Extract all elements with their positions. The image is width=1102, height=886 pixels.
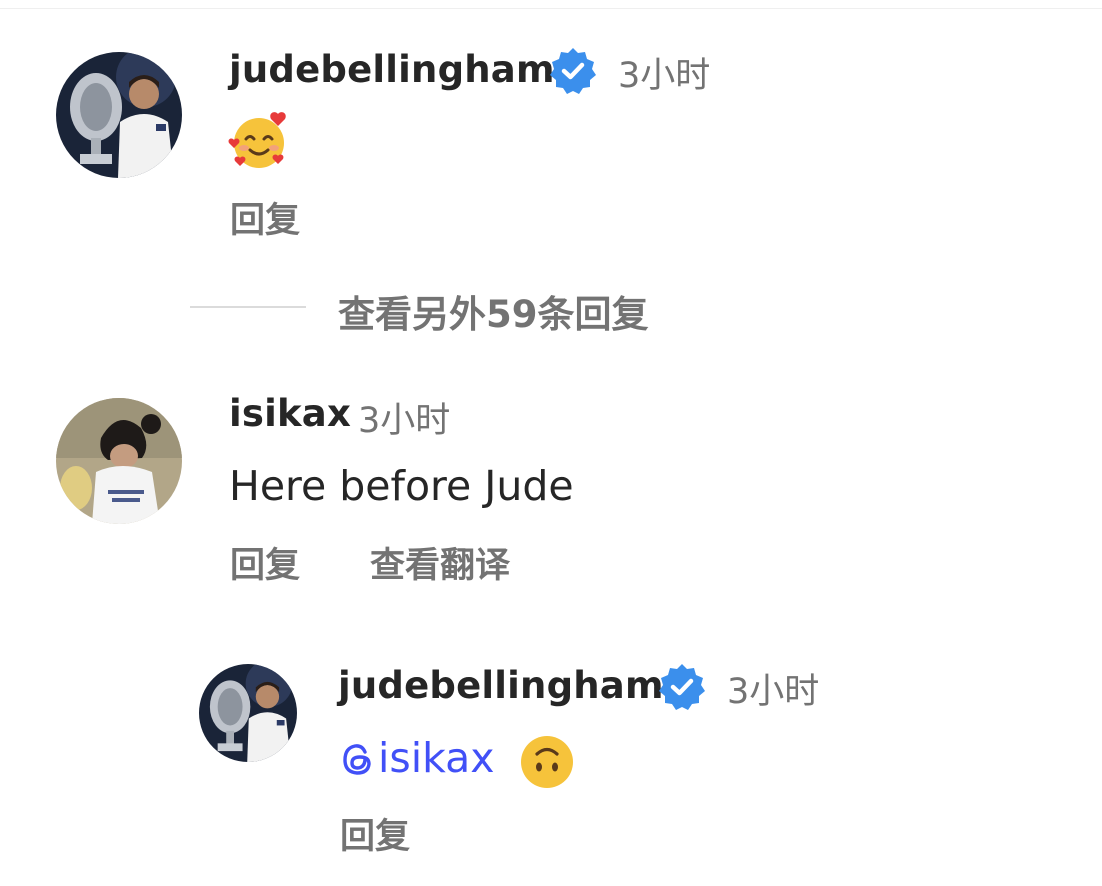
comment-username[interactable]: isikax xyxy=(229,392,351,435)
verified-badge-icon xyxy=(659,664,705,710)
comment-timestamp: 3小时 xyxy=(358,401,451,441)
reply-timestamp: 3小时 xyxy=(727,672,820,712)
threads-icon xyxy=(343,744,371,775)
replies-divider-line xyxy=(190,306,306,308)
reply-button[interactable]: 回复 xyxy=(340,808,410,859)
avatar-judebellingham[interactable] xyxy=(56,52,182,178)
reply-button[interactable]: 回复 xyxy=(230,537,300,588)
reply-username[interactable]: judebellingham xyxy=(338,664,664,707)
view-more-replies-button[interactable]: 查看另外59条回复 xyxy=(338,284,649,338)
mention-link[interactable]: isikax xyxy=(338,734,495,782)
comment-username[interactable]: judebellingham xyxy=(229,48,555,91)
comment-timestamp: 3小时 xyxy=(618,56,711,96)
smiling-face-with-hearts-icon xyxy=(228,112,286,168)
verified-badge-icon xyxy=(550,48,596,94)
upside-down-face-icon xyxy=(521,736,573,788)
mention-text[interactable]: isikax xyxy=(378,734,495,782)
see-translation-button[interactable]: 查看翻译 xyxy=(370,537,510,588)
avatar-judebellingham[interactable] xyxy=(199,664,297,762)
avatar-isikax[interactable] xyxy=(56,398,182,524)
reply-button[interactable]: 回复 xyxy=(230,192,300,243)
comment-text: Here before Jude xyxy=(229,462,574,510)
top-divider xyxy=(0,8,1102,9)
